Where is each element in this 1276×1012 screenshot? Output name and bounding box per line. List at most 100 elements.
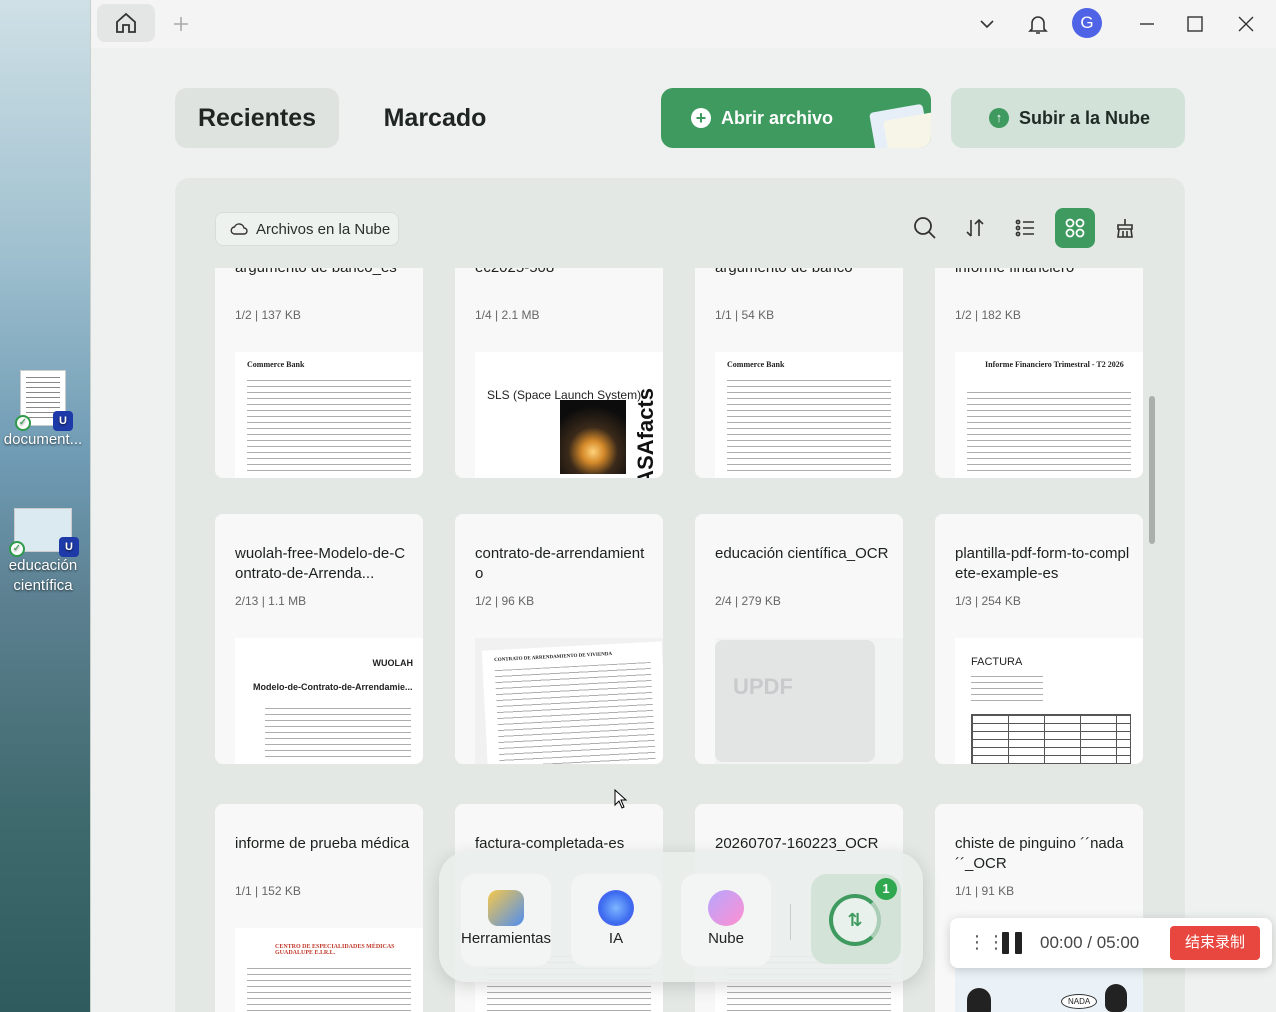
synced-check-icon: ✓ xyxy=(15,415,31,431)
new-tab-button[interactable] xyxy=(165,8,197,40)
sync-icon: ⇅ xyxy=(829,894,881,946)
open-file-button[interactable]: + Abrir archivo xyxy=(661,88,931,148)
rocket-image xyxy=(560,400,626,474)
tab-marcado[interactable]: Marcado xyxy=(365,88,505,148)
file-thumbnail: ✓ U xyxy=(15,370,73,431)
upload-cloud-label: Subir a la Nube xyxy=(1019,108,1151,128)
tabs-dropdown-button[interactable] xyxy=(971,8,1003,40)
sort-icon xyxy=(966,218,984,237)
desktop-icon-educacion[interactable]: ✓ U educación científica xyxy=(0,508,86,596)
tab-recientes[interactable]: Recientes xyxy=(175,88,339,148)
file-name: chiste de pinguino ´´nada´´_OCR xyxy=(955,835,1124,872)
file-thumbnail: UPDF xyxy=(715,638,903,764)
search-button[interactable] xyxy=(905,208,945,248)
file-card[interactable]: informe de prueba médica 1/1 | 152 KB CE… xyxy=(215,804,423,1012)
file-card[interactable]: plantilla-pdf-form-to-complete-example-e… xyxy=(935,514,1143,764)
file-name: contrato-de-arrendamiento xyxy=(475,545,645,582)
file-thumbnail: Commerce Bank xyxy=(235,352,423,478)
updf-app-icon: U xyxy=(53,411,73,431)
file-meta: 1/1 | 54 KB xyxy=(715,308,775,322)
dock-tools-button[interactable]: Herramientas xyxy=(461,874,551,966)
file-name: 20260707-160223_OCR xyxy=(715,835,879,852)
file-card[interactable]: wuolah-free-Modelo-de-Contrato-de-Arrend… xyxy=(215,514,423,764)
list-view-icon xyxy=(1015,219,1034,237)
notifications-button[interactable] xyxy=(1022,8,1054,40)
dock-tools-label: Herramientas xyxy=(461,930,552,947)
desktop-icon-label: educación científica xyxy=(8,557,78,594)
drag-handle-icon[interactable]: ⋮⋮ xyxy=(968,932,1006,953)
cloud-icon xyxy=(708,890,744,926)
stop-recording-button[interactable]: 结束录制 xyxy=(1170,926,1260,960)
file-name: wuolah-free-Modelo-de-Contrato-de-Arrend… xyxy=(235,545,406,582)
screen-recorder-bar: ⋮⋮ 00:00 / 05:00 结束录制 xyxy=(950,918,1272,968)
file-name: ec2025-508 xyxy=(475,268,651,278)
file-meta: 1/2 | 182 KB xyxy=(955,308,1021,322)
file-thumbnail: ✓ U xyxy=(9,508,79,557)
toolbox-icon xyxy=(488,890,524,926)
dock-separator xyxy=(790,904,791,940)
speech-bubble: NADA xyxy=(1061,994,1098,1009)
desktop-icon-document[interactable]: ✓ U document... xyxy=(0,370,86,450)
upload-cloud-button[interactable]: ↑ Subir a la Nube xyxy=(951,88,1185,148)
ai-icon xyxy=(598,890,634,926)
sync-button[interactable]: ⇅ 1 xyxy=(811,874,901,964)
mouse-cursor-icon xyxy=(614,789,628,809)
home-icon xyxy=(116,12,136,33)
plus-circle-icon: + xyxy=(691,108,711,128)
file-name: factura-completada-es xyxy=(475,835,625,852)
user-avatar[interactable]: G xyxy=(1072,8,1102,38)
open-file-label: Abrir archivo xyxy=(721,108,834,128)
doc-title: Modelo-de-Contrato-de-Arrendamie... xyxy=(253,682,413,692)
title-bar: G xyxy=(91,0,1276,48)
cloud-files-filter[interactable]: Archivos en la Nube xyxy=(215,212,399,246)
file-meta: 1/1 | 152 KB xyxy=(235,884,301,898)
maximize-button[interactable] xyxy=(1179,8,1211,40)
file-card[interactable]: argumento de banco_es 1/2 | 137 KB Comme… xyxy=(215,268,423,478)
file-card[interactable]: informe financiero 1/2 | 182 KB Informe … xyxy=(935,268,1143,478)
doc-title: Informe Financiero Trimestral - T2 2026 xyxy=(985,360,1124,369)
bell-icon xyxy=(1028,16,1048,34)
doc-title: CONTRATO DE ARRENDAMIENTO DE VIVIENDA xyxy=(494,651,613,664)
file-card[interactable]: educación científica_OCR 2/4 | 279 KB UP… xyxy=(695,514,903,764)
minimize-button[interactable] xyxy=(1131,8,1163,40)
file-card[interactable]: argumento de banco 1/1 | 54 KB Commerce … xyxy=(695,268,903,478)
updf-placeholder-icon: UPDF xyxy=(715,638,903,764)
file-meta: 1/1 | 91 KB xyxy=(955,884,1015,898)
doc-title: CENTRO DE ESPECIALIDADES MÉDICAS GUADALU… xyxy=(275,944,395,956)
synced-check-icon: ✓ xyxy=(9,541,25,557)
clear-button[interactable] xyxy=(1105,208,1145,248)
scrollbar-thumb[interactable] xyxy=(1149,396,1155,544)
file-meta: 2/13 | 1.1 MB xyxy=(235,594,307,608)
file-thumbnail: FACTURA xyxy=(955,638,1143,764)
list-view-button[interactable] xyxy=(1005,208,1045,248)
pause-button[interactable] xyxy=(1002,932,1024,954)
file-name: educación científica_OCR xyxy=(715,545,889,562)
cloud-files-label: Archivos en la Nube xyxy=(256,220,391,238)
doc-title: FACTURA xyxy=(971,656,1023,668)
grid-view-icon xyxy=(1065,218,1085,238)
file-thumbnail: CONTRATO DE ARRENDAMIENTO DE VIVIENDA xyxy=(475,638,663,764)
file-card[interactable]: ec2025-508 1/4 | 2.1 MB SLS (Space Launc… xyxy=(455,268,663,478)
close-button[interactable] xyxy=(1230,8,1262,40)
file-name: argumento de banco xyxy=(715,268,891,278)
file-meta: 2/4 | 279 KB xyxy=(715,594,781,608)
file-thumbnail: Informe Financiero Trimestral - T2 2026 xyxy=(955,352,1143,478)
doc-title: Commerce Bank xyxy=(247,360,305,369)
file-card[interactable]: chiste de pinguino ´´nada´´_OCR 1/1 | 91… xyxy=(935,804,1143,1012)
file-thumbnail: SLS (Space Launch System) NASAfacts xyxy=(475,352,663,478)
file-meta: 1/2 | 96 KB xyxy=(475,594,535,608)
penguin-icon xyxy=(967,988,991,1012)
dock-cloud-button[interactable]: Nube xyxy=(681,874,771,966)
file-name: argumento de banco_es xyxy=(235,268,411,278)
file-thumbnail: WUOLAH Modelo-de-Contrato-de-Arrendamie.… xyxy=(235,638,423,764)
minimize-icon xyxy=(1140,23,1154,25)
file-name: plantilla-pdf-form-to-complete-example-e… xyxy=(955,545,1130,582)
invoice-table xyxy=(971,714,1131,764)
broom-icon xyxy=(1117,219,1133,238)
sort-button[interactable] xyxy=(955,208,995,248)
cloud-icon xyxy=(230,223,248,235)
home-tab[interactable] xyxy=(97,4,155,42)
grid-view-button[interactable] xyxy=(1055,208,1095,248)
file-card[interactable]: contrato-de-arrendamiento 1/2 | 96 KB CO… xyxy=(455,514,663,764)
dock-ai-button[interactable]: IA xyxy=(571,874,661,966)
